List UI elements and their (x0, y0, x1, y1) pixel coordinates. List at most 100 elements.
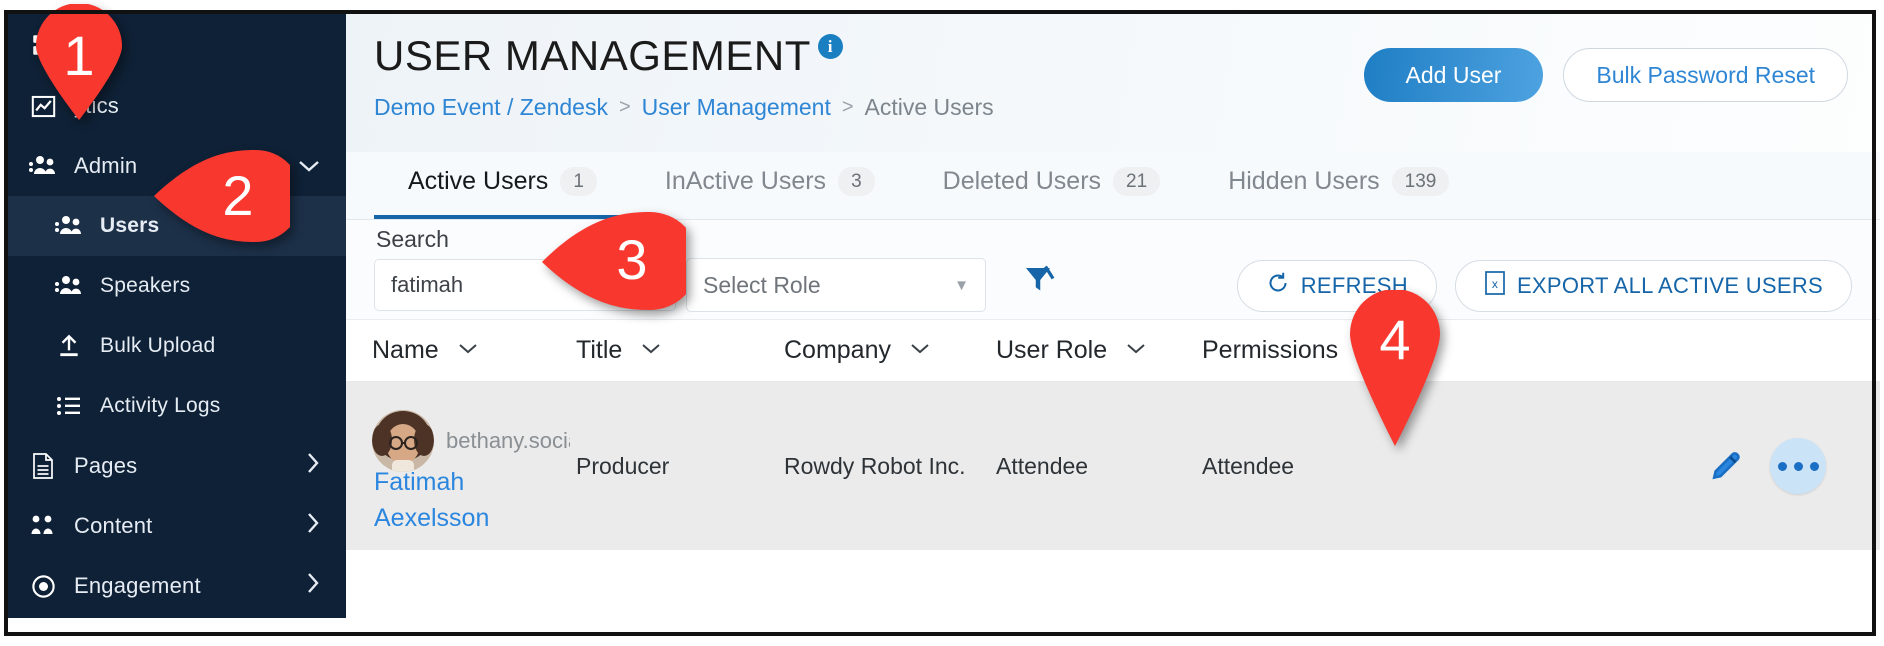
marker-number: 1 (24, 28, 134, 84)
table-row[interactable]: bethany.social2 Fatimah Aexelsson Produc… (346, 382, 1880, 550)
marker-number: 4 (1340, 312, 1450, 368)
pencil-icon[interactable] (1710, 447, 1744, 486)
info-icon[interactable]: i (818, 34, 843, 59)
column-header-name[interactable]: Name (372, 336, 576, 365)
clear-filter-icon[interactable] (1020, 262, 1056, 303)
target-icon (26, 573, 60, 600)
column-header-company[interactable]: Company (784, 336, 996, 365)
sidebar-item-label: Activity Logs (100, 394, 220, 418)
sidebar-item-content[interactable]: Content (8, 496, 346, 556)
cell-user-role: Attendee (996, 453, 1202, 480)
content-icon (26, 514, 60, 538)
annotation-marker-2: 2 (152, 150, 290, 242)
sidebar-item-pages[interactable]: Pages (8, 436, 346, 496)
upload-icon (52, 333, 86, 359)
select-role-value: Select Role (703, 272, 821, 299)
chevron-down-icon[interactable] (640, 342, 662, 359)
sidebar-item-engagement[interactable]: Engagement (8, 556, 346, 616)
refresh-icon (1266, 271, 1290, 301)
breadcrumb-item-active-users: Active Users (865, 94, 994, 121)
select-role-dropdown[interactable]: Select Role ▼ (686, 258, 986, 312)
tab-label: Hidden Users (1228, 167, 1379, 196)
filter-actions: REFRESH x EXPORT ALL ACTIVE USERS (1237, 260, 1852, 312)
cell-title: Producer (576, 453, 784, 480)
cell-permissions: Attendee (1202, 453, 1294, 480)
chevron-down-icon: ▼ (954, 277, 969, 294)
tab-active-users[interactable]: Active Users 1 (374, 152, 631, 219)
tab-count-badge: 1 (560, 167, 597, 197)
app-screenshot: ytics Admin U (0, 0, 1884, 646)
cell-name: bethany.social2 Fatimah Aexelsson (372, 382, 576, 550)
export-all-active-users-button[interactable]: x EXPORT ALL ACTIVE USERS (1455, 260, 1852, 312)
marker-number: 3 (578, 232, 686, 288)
page-title: USER MANAGEMENT i (374, 32, 811, 80)
page-icon (26, 452, 60, 480)
add-user-button[interactable]: Add User (1364, 48, 1544, 102)
breadcrumb-separator: > (842, 96, 854, 119)
dot (1794, 462, 1803, 471)
sidebar-item-label: Pages (74, 453, 137, 479)
tab-inactive-users[interactable]: InActive Users 3 (631, 152, 909, 219)
annotation-marker-1: 1 (24, 4, 134, 122)
row-actions (1710, 438, 1826, 494)
people-icon (26, 154, 60, 178)
list-icon (52, 394, 86, 418)
user-name-link[interactable]: Fatimah Aexelsson (374, 464, 514, 537)
column-header-user-role[interactable]: User Role (996, 336, 1202, 365)
breadcrumb-separator: > (619, 96, 631, 119)
tab-count-badge: 21 (1113, 167, 1160, 197)
avatar (372, 410, 434, 472)
chevron-right-icon[interactable] (304, 510, 322, 542)
column-label: Title (576, 336, 622, 365)
marker-number: 2 (186, 168, 290, 224)
chevron-down-icon[interactable] (909, 342, 931, 359)
chevron-down-icon[interactable] (457, 342, 479, 359)
export-file-icon: x (1484, 270, 1506, 302)
bulk-password-reset-button[interactable]: Bulk Password Reset (1563, 48, 1848, 102)
more-dots-icon[interactable] (1770, 438, 1826, 494)
sidebar-item-label: Users (100, 214, 159, 238)
user-status-tabs: Active Users 1 InActive Users 3 Deleted … (346, 152, 1880, 220)
svg-text:x: x (1492, 277, 1498, 291)
tab-label: InActive Users (665, 167, 826, 196)
tab-label: Active Users (408, 167, 548, 196)
annotation-marker-3: 3 (540, 212, 686, 310)
page-title-text: USER MANAGEMENT (374, 32, 811, 79)
sidebar-item-label: Admin (74, 153, 137, 179)
sidebar-item-bulk-upload[interactable]: Bulk Upload (8, 316, 346, 376)
breadcrumb-item-user-management[interactable]: User Management (642, 94, 831, 121)
column-label: Permissions (1202, 336, 1338, 365)
sidebar-item-label: Speakers (100, 274, 190, 298)
chevron-right-icon[interactable] (304, 570, 322, 602)
sidebar-item-speakers[interactable]: Speakers (8, 256, 346, 316)
tab-hidden-users[interactable]: Hidden Users 139 (1194, 152, 1483, 219)
tab-deleted-users[interactable]: Deleted Users 21 (909, 152, 1195, 219)
export-label: EXPORT ALL ACTIVE USERS (1517, 273, 1823, 299)
last-name: Aexelsson (374, 504, 489, 532)
main-content: USER MANAGEMENT i Demo Event / Zendesk >… (346, 14, 1880, 618)
people-icon (52, 214, 86, 238)
cell-company: Rowdy Robot Inc. (784, 453, 996, 480)
tab-count-badge: 3 (838, 167, 875, 197)
username-text: bethany.social2 (446, 428, 570, 454)
sidebar-item-activity-logs[interactable]: Activity Logs (8, 376, 346, 436)
chevron-down-icon[interactable] (1125, 342, 1147, 359)
page-header: USER MANAGEMENT i Demo Event / Zendesk >… (346, 14, 1880, 152)
sidebar-item-label: Engagement (74, 573, 201, 599)
column-label: User Role (996, 336, 1107, 365)
dot (1778, 462, 1787, 471)
column-label: Company (784, 336, 891, 365)
tab-count-badge: 139 (1392, 167, 1450, 197)
annotation-marker-4: 4 (1340, 290, 1450, 448)
sidebar-item-label: Bulk Upload (100, 334, 215, 358)
column-header-title[interactable]: Title (576, 336, 784, 365)
chevron-down-icon[interactable] (296, 153, 322, 179)
table-header-row: Name Title Company (346, 320, 1880, 382)
breadcrumb-item-event[interactable]: Demo Event / Zendesk (374, 94, 608, 121)
sidebar-item-label: Content (74, 513, 152, 539)
header-actions: Add User Bulk Password Reset (1364, 48, 1848, 102)
dot (1810, 462, 1819, 471)
first-name: Fatimah (374, 468, 464, 496)
people-icon (52, 274, 86, 298)
chevron-right-icon[interactable] (304, 450, 322, 482)
